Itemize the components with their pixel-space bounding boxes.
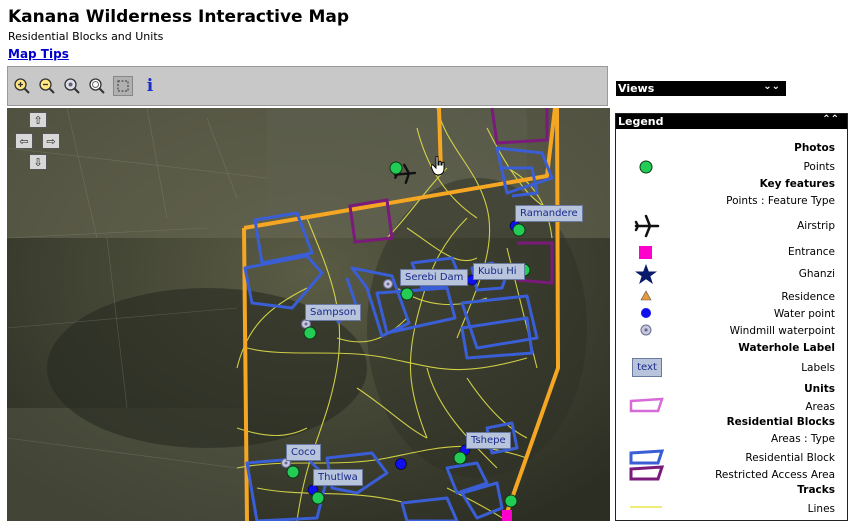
legend-item: Key features — [759, 178, 835, 190]
legend-header[interactable]: Legend ⌃⌃ — [616, 114, 847, 129]
pan-right-button[interactable]: ⇨ — [42, 133, 60, 149]
label-box-icon: text — [632, 358, 662, 377]
chevron-down-icon[interactable]: ⌄⌄ — [763, 81, 780, 92]
map-tips-link[interactable]: Map Tips — [8, 47, 69, 61]
legend-item: Ghanzi — [616, 263, 847, 284]
blue-dot-icon — [641, 308, 651, 318]
legend-item: Photos — [794, 142, 835, 154]
star-icon — [635, 264, 657, 284]
waterhole-label: Tshepe — [466, 432, 511, 449]
legend-item: Points : Feature Type — [726, 195, 835, 207]
purple-area-icon — [629, 465, 665, 481]
legend-item: Residential Blocks — [726, 416, 835, 428]
legend-item: Restricted Access Area — [616, 465, 847, 484]
legend-item: Windmill waterpoint — [616, 323, 847, 340]
magenta-square-icon — [639, 246, 652, 259]
pink-area-icon — [629, 397, 664, 413]
legend-item: Tracks — [797, 484, 835, 496]
triangle-icon — [640, 290, 652, 301]
airplane-icon — [634, 214, 660, 238]
pan-left-button[interactable]: ⇦ — [15, 133, 33, 149]
zoom-previous-icon[interactable] — [62, 76, 82, 96]
waterhole-label: Thutlwa — [313, 469, 363, 486]
legend-title: Legend — [618, 115, 664, 128]
legend-item: Water point — [616, 306, 847, 323]
legend-item: Residence — [616, 289, 847, 306]
zoom-box-icon[interactable] — [113, 76, 133, 96]
legend-panel: Legend ⌃⌃ Photos Points Key features Poi… — [615, 113, 848, 521]
waterhole-label: Ramandere — [515, 205, 583, 222]
legend-item: Points — [616, 159, 847, 176]
waterhole-label: Sampson — [305, 304, 362, 321]
legend-item: Airstrip — [616, 214, 847, 238]
page-subtitle: Residential Blocks and Units — [8, 30, 164, 43]
waterhole-label: Serebi Dam — [400, 269, 469, 286]
map-view[interactable]: ⇧ ⇦ ⇨ ⇩ Ramandere Serebi Dam Kubu Hi Sam… — [7, 108, 610, 521]
pan-down-button[interactable]: ⇩ — [29, 154, 47, 170]
legend-item: Lines — [616, 501, 847, 518]
zoom-full-icon[interactable] — [87, 76, 107, 96]
page-title: Kanana Wilderness Interactive Map — [8, 7, 350, 27]
hand-cursor-icon — [430, 155, 447, 180]
legend-item: Entrance — [616, 245, 847, 262]
legend-item: Areas : Type — [771, 433, 835, 445]
yellow-line-icon — [630, 506, 662, 508]
pan-up-button[interactable]: ⇧ — [29, 112, 47, 128]
legend-item: Areas — [616, 397, 847, 416]
green-point-icon — [639, 160, 653, 174]
waterhole-label: Coco — [286, 444, 321, 461]
map-toolbar: i — [7, 66, 608, 106]
waterhole-label: Kubu Hi — [473, 263, 525, 280]
zoom-out-icon[interactable] — [37, 76, 57, 96]
windmill-icon — [640, 324, 652, 336]
info-icon[interactable]: i — [140, 76, 160, 96]
views-title: Views — [618, 82, 655, 95]
views-panel-header[interactable]: Views ⌄⌄ — [616, 81, 786, 96]
chevron-up-icon[interactable]: ⌃⌃ — [822, 114, 839, 125]
legend-item: Waterhole Label — [738, 342, 835, 354]
zoom-in-icon[interactable] — [12, 76, 32, 96]
legend-item: text Labels — [616, 358, 847, 377]
